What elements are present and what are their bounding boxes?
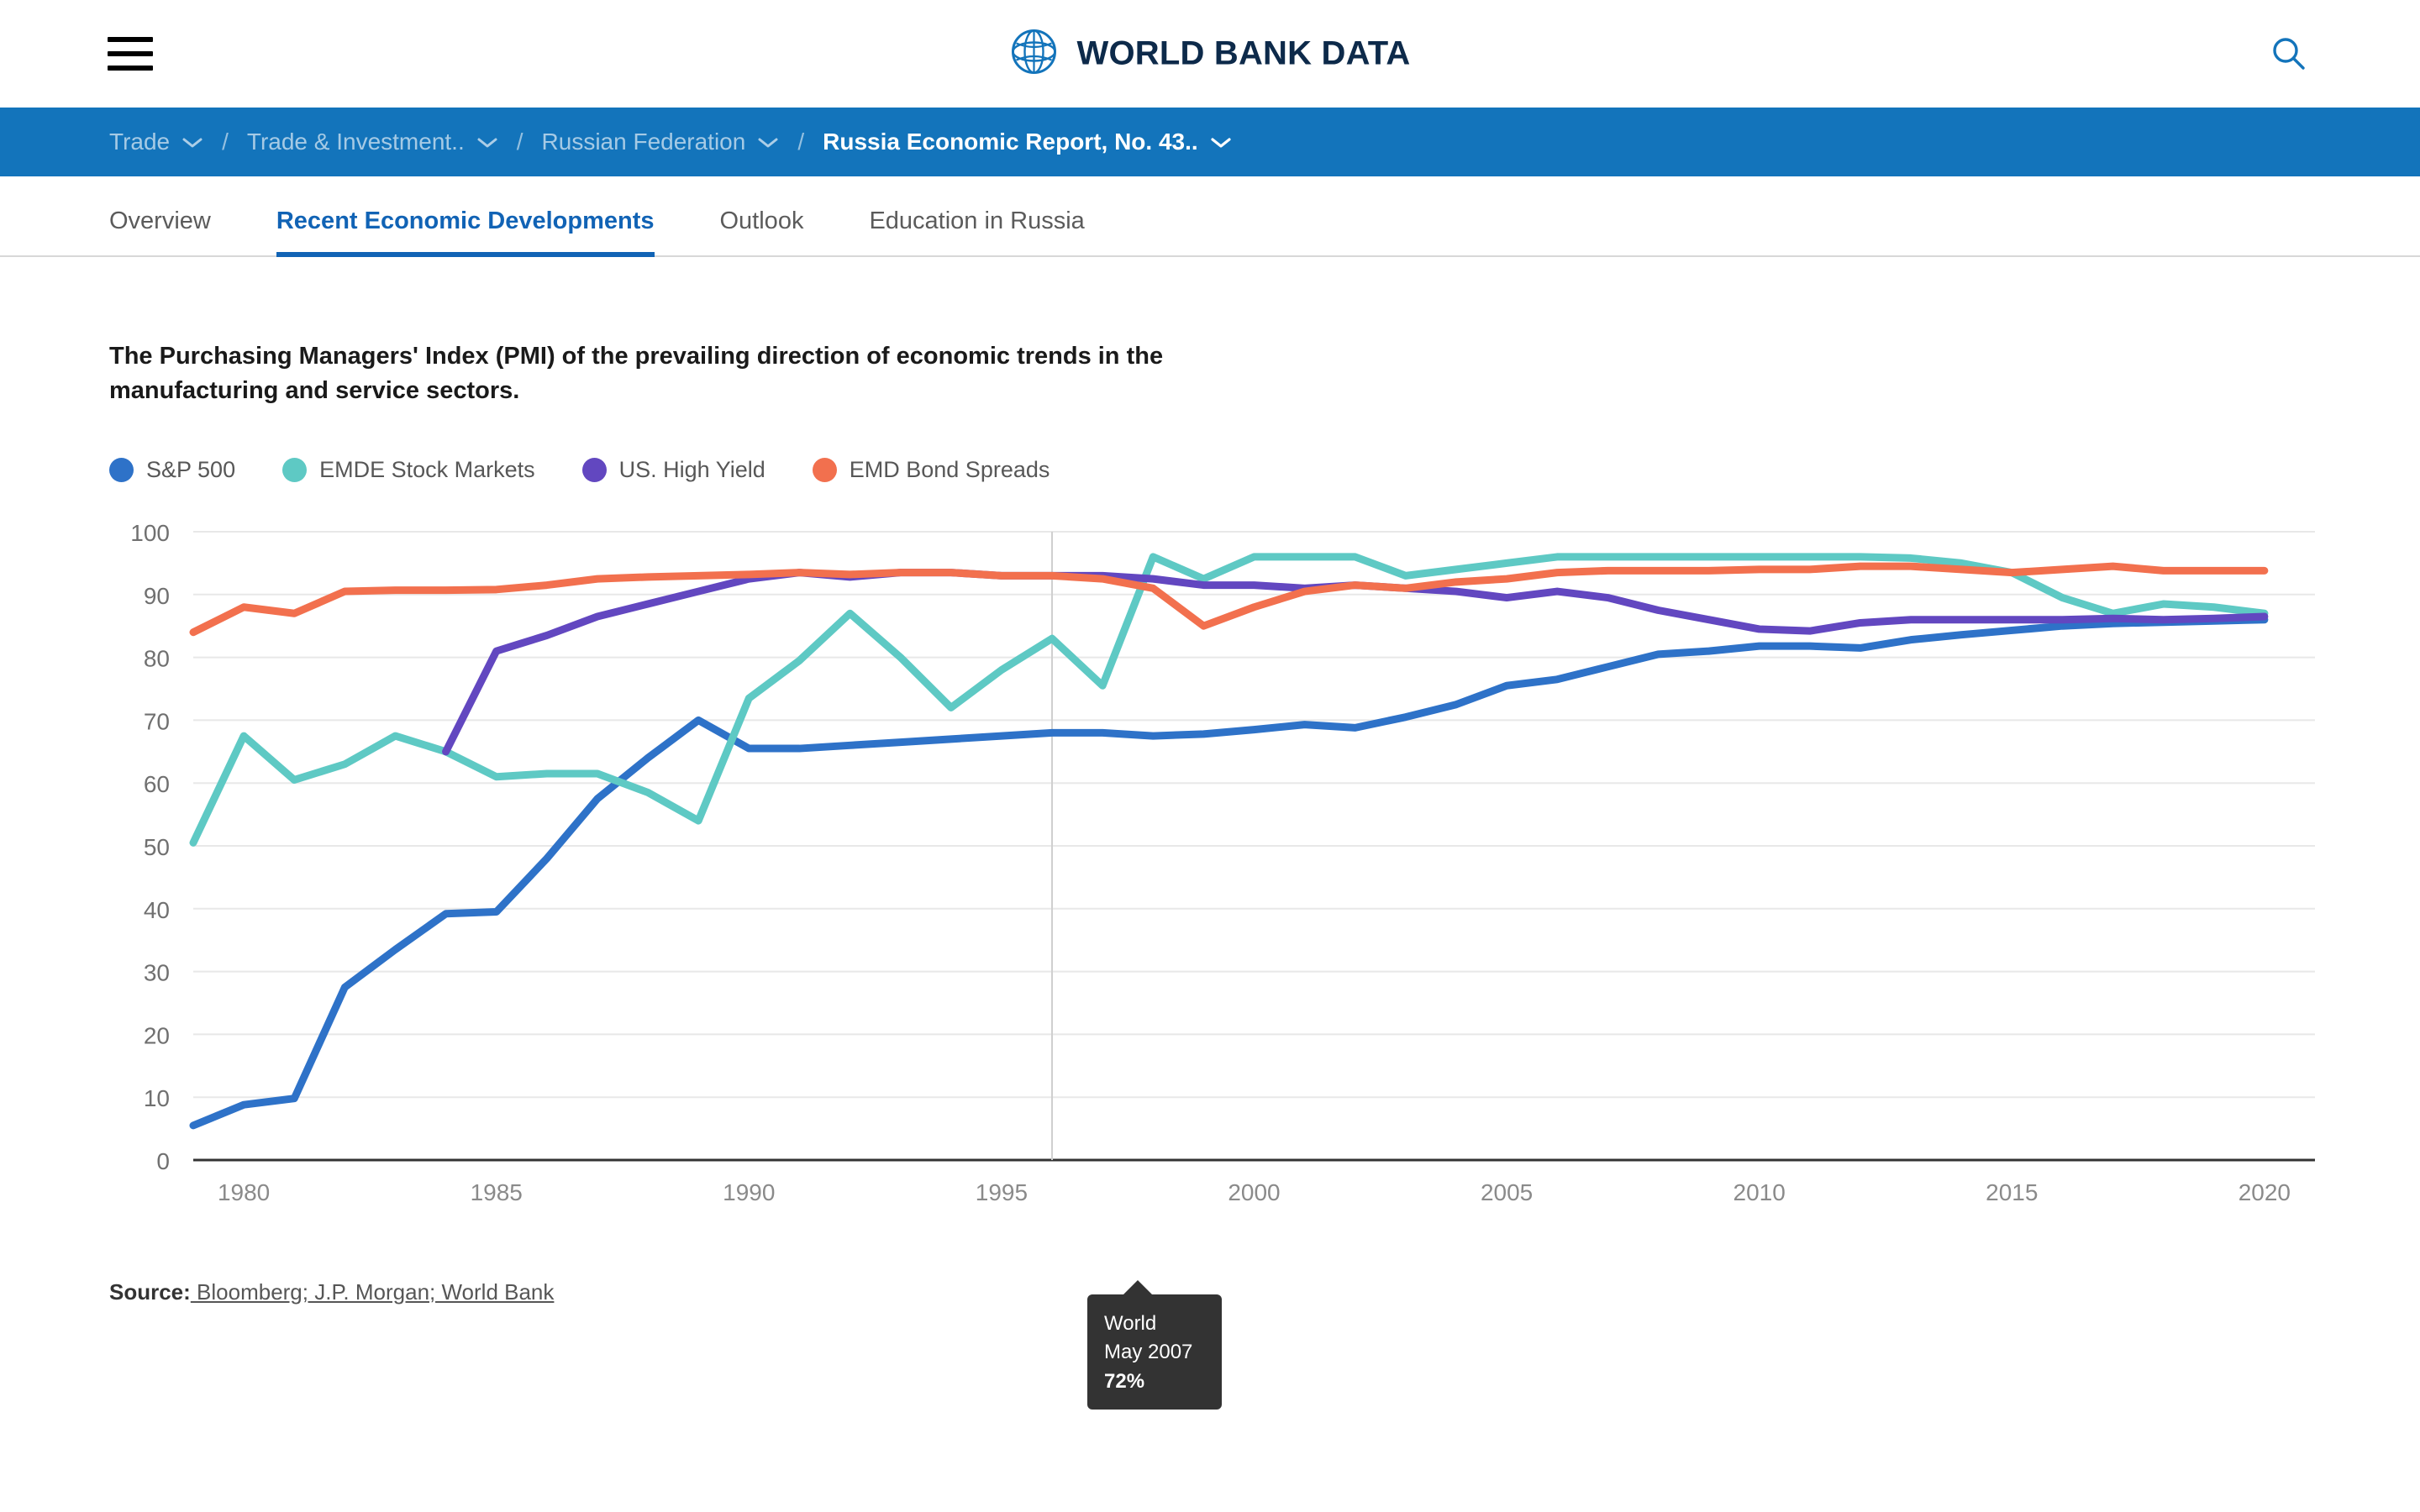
brand-logo[interactable]: WORLD BANK DATA [1009, 28, 1410, 81]
legend-color-swatch [109, 458, 134, 483]
hamburger-bar [108, 51, 153, 56]
breadcrumb-label: Trade & Investment.. [246, 129, 465, 155]
legend-item-emd-bond-spreads[interactable]: EMD Bond Spreads [812, 457, 1050, 483]
x-axis-tick-label: 2005 [1481, 1179, 1533, 1205]
chevron-down-icon[interactable] [182, 129, 203, 155]
chart-tooltip: World May 2007 72% [1087, 1280, 1222, 1410]
tab-overview[interactable]: Overview [109, 207, 211, 257]
breadcrumb-separator: / [222, 129, 229, 155]
brand-title: WORLD BANK DATA [1076, 34, 1411, 72]
tab-recent-economic-developments[interactable]: Recent Economic Developments [276, 207, 655, 257]
site-header: WORLD BANK DATA [0, 0, 2420, 108]
legend-color-swatch [812, 458, 837, 483]
x-axis-tick-label: 1985 [471, 1179, 523, 1205]
legend-label: EMD Bond Spreads [849, 457, 1050, 483]
x-axis-tick-label: 2010 [1733, 1179, 1786, 1205]
y-axis-tick-label: 60 [144, 772, 170, 798]
line-chart[interactable]: 0 10 20 30 40 50 60 70 80 90 100 1980 1985 1990 1995 20… [109, 520, 2328, 1410]
tab-education-in-russia[interactable]: Education in Russia [869, 207, 1084, 257]
legend-label: EMDE Stock Markets [319, 457, 535, 483]
legend-label: S&P 500 [146, 457, 236, 483]
y-axis-tick-label: 40 [144, 897, 170, 923]
hamburger-bar [108, 66, 153, 71]
tooltip-value: 72% [1104, 1369, 1145, 1393]
search-icon[interactable] [2265, 30, 2312, 77]
world-bank-globe-icon [1009, 28, 1058, 81]
tooltip-region: World [1104, 1312, 1157, 1336]
legend-item-us-high-yield[interactable]: US. High Yield [581, 457, 765, 483]
chevron-down-icon[interactable] [476, 129, 498, 155]
breadcrumb-label: Trade [109, 129, 171, 155]
x-axis-tick-label: 1990 [723, 1179, 775, 1205]
breadcrumb-label: Russian Federation [541, 129, 746, 155]
breadcrumb-label: Russia Economic Report, No. 43.. [823, 129, 1198, 155]
legend-label: US. High Yield [618, 457, 765, 483]
y-axis-tick-label: 80 [144, 646, 170, 672]
breadcrumb-item-russian-federation[interactable]: Russian Federation [542, 129, 780, 155]
main-content: The Purchasing Managers' Index (PMI) of … [0, 339, 2420, 1410]
y-axis-tick-label: 90 [144, 583, 170, 609]
x-axis-tick-label: 1980 [218, 1179, 270, 1205]
breadcrumb-item-trade[interactable]: Trade [109, 129, 203, 155]
source-link[interactable]: Bloomberg; J.P. Morgan; World Bank [191, 1279, 554, 1305]
chart-line-emde-stock-markets[interactable] [189, 553, 2269, 848]
breadcrumb-separator: / [797, 129, 805, 155]
chart-line-s-p-500[interactable] [189, 616, 2269, 1130]
legend-color-swatch [581, 458, 607, 483]
y-axis-tick-label: 70 [144, 709, 170, 735]
chevron-down-icon[interactable] [757, 129, 779, 155]
chevron-down-icon[interactable] [1210, 129, 1232, 155]
legend-item-emde-stock-markets[interactable]: EMDE Stock Markets [282, 457, 535, 483]
x-axis-tick-label: 2000 [1228, 1179, 1280, 1205]
breadcrumb-separator: / [516, 129, 523, 155]
x-axis-tick-label: 2015 [1986, 1179, 2038, 1205]
breadcrumb-item-trade-investment[interactable]: Trade & Investment.. [247, 129, 498, 155]
breadcrumb: Trade / Trade & Investment.. / Russian F… [0, 108, 2420, 176]
y-axis-tick-label: 50 [144, 834, 170, 860]
legend-color-swatch [282, 458, 308, 483]
y-axis-tick-label: 10 [144, 1086, 170, 1112]
breadcrumb-item-russia-economic-report[interactable]: Russia Economic Report, No. 43.. [823, 129, 1232, 155]
y-axis-tick-label: 0 [156, 1148, 170, 1174]
chart-canvas[interactable]: 0 10 20 30 40 50 60 70 80 90 100 1980 1985 1990 1995 20… [109, 520, 2328, 1242]
source-label: Source: [109, 1279, 191, 1305]
y-axis-tick-label: 100 [130, 520, 170, 546]
tab-bar: Overview Recent Economic Developments Ou… [0, 176, 2420, 257]
x-axis-tick-label: 1995 [976, 1179, 1028, 1205]
tab-outlook[interactable]: Outlook [720, 207, 804, 257]
tooltip-date: May 2007 [1104, 1341, 1193, 1364]
hamburger-menu-icon[interactable] [108, 37, 153, 71]
x-axis-tick-label: 2020 [2238, 1179, 2291, 1205]
legend-item-sp500[interactable]: S&P 500 [109, 457, 235, 483]
chart-source: Source: Bloomberg; J.P. Morgan; World Ba… [109, 1279, 2420, 1305]
chart-title: The Purchasing Managers' Index (PMI) of … [109, 343, 1164, 405]
hamburger-bar [108, 37, 153, 42]
chart-legend: S&P 500 EMDE Stock Markets US. High Yiel… [109, 457, 2420, 483]
y-axis-tick-label: 30 [144, 960, 170, 986]
y-axis-tick-label: 20 [144, 1023, 170, 1049]
